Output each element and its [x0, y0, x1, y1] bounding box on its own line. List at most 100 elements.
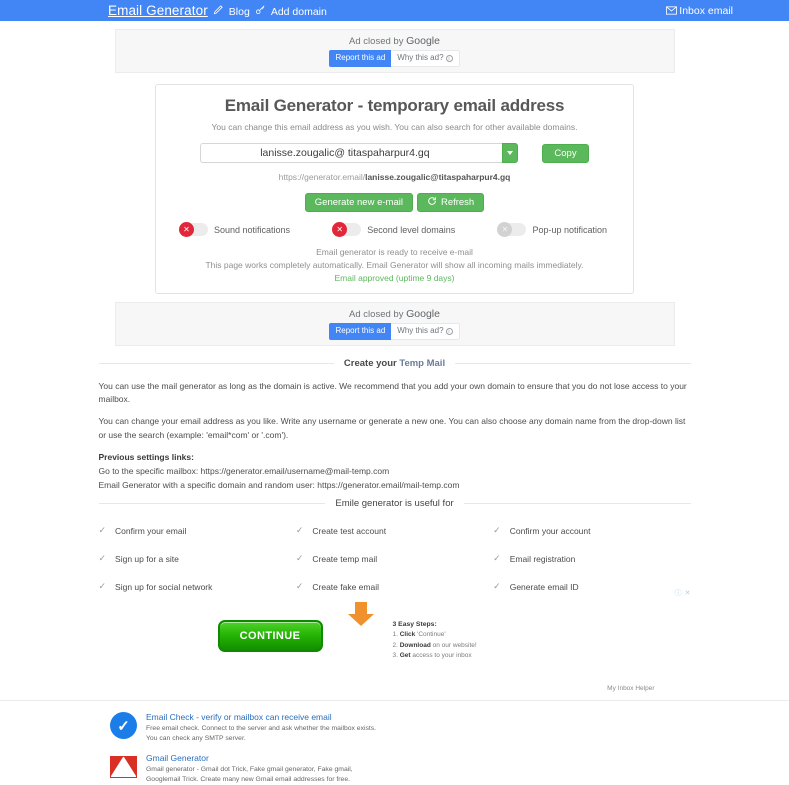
ad-step-3: 3. Get access to your inbox: [392, 652, 472, 660]
info-icon: i: [445, 327, 453, 335]
useful-item-label: Confirm your account: [509, 525, 591, 536]
toggle-sound-notifications[interactable]: ✕ Sound notifications: [179, 222, 291, 237]
check-icon: ✓: [295, 525, 304, 536]
check-icon: ✓: [493, 525, 501, 536]
useful-item: ✓ Confirm your email: [99, 525, 296, 536]
why-this-ad-button[interactable]: Why this ad? i: [391, 323, 460, 340]
refresh-button[interactable]: Refresh: [416, 193, 485, 212]
check-icon: ✓: [295, 581, 304, 592]
why-this-ad-label: Why this ad?: [397, 53, 444, 62]
ad-closed-text: Ad closed by Google: [349, 308, 440, 320]
report-this-ad-button[interactable]: Report this ad: [329, 323, 392, 340]
useful-item: ✓ Generate email ID: [493, 581, 690, 592]
ad-closed-notice-middle: Ad closed by Google Report this ad Why t…: [295, 308, 495, 340]
generate-new-email-button[interactable]: Generate new e-mail: [304, 193, 413, 212]
useful-items-grid: ✓ Confirm your email ✓ Create test account…: [99, 525, 691, 592]
card-subtitle: You can change this email address as you…: [211, 122, 578, 132]
useful-item-label: Sign up for social network: [115, 581, 213, 592]
email-input-group: [200, 143, 519, 163]
useful-item: ✓ Create fake email: [296, 581, 493, 592]
toggle-second-level-domains[interactable]: ✕ Second level domains: [332, 222, 456, 237]
refresh-icon: [427, 196, 437, 209]
domain-dropdown-button[interactable]: [502, 143, 519, 163]
gmail-envelope-glyph: [110, 755, 137, 778]
toggle-label: Sound notifications: [214, 224, 291, 235]
close-icon[interactable]: ✕: [685, 589, 691, 597]
toggle-switch[interactable]: ✕: [332, 222, 362, 237]
useful-for-section: Emile generator is useful for ✓ Confirm y…: [98, 498, 691, 592]
nav-left-group: Email Generator Blog Add domain: [108, 3, 327, 18]
section-title-accent: Temp Mail: [399, 358, 446, 369]
check-icon: ✓: [493, 553, 501, 564]
previous-settings-block: Previous settings links: Go to the speci…: [99, 451, 691, 493]
footer-link-title[interactable]: Email Check - verify or mailbox can rece…: [146, 712, 376, 722]
top-navigation-bar: Email Generator Blog Add domain Inbox em…: [0, 0, 789, 21]
nav-link-add-domain[interactable]: Add domain: [271, 6, 327, 18]
divider-left: [98, 503, 326, 505]
footer-links-list: ✓ Email Check - verify or mailbox can re…: [110, 712, 510, 785]
copy-button[interactable]: Copy: [542, 143, 589, 163]
arrow-down-head-icon: [347, 614, 374, 627]
divider-right: [463, 503, 691, 505]
url-prefix: https://generator.email/: [278, 172, 366, 182]
check-icon: ✓: [493, 581, 501, 592]
section-header-temp-mail: Create your Temp Mail: [98, 358, 691, 369]
google-wordmark: Google: [406, 308, 440, 320]
ad-steps-title: 3 Easy Steps:: [392, 621, 437, 629]
email-generator-card: Email Generator - temporary email addres…: [155, 84, 634, 294]
adchoices-controls[interactable]: ⓘ ✕: [675, 588, 691, 598]
article-paragraph-2: You can change your email address as you…: [98, 416, 686, 440]
ad-action-buttons: Report this ad Why this ad? i: [295, 50, 495, 67]
email-address-input[interactable]: [200, 143, 503, 163]
list-item: ✓ Email Check - verify or mailbox can re…: [110, 712, 510, 744]
check-glyph: ✓: [110, 712, 137, 740]
action-buttons-row: Generate new e-mail Refresh: [170, 193, 619, 212]
ad-slot-middle: Ad closed by Google Report this ad Why t…: [114, 302, 675, 346]
nav-link-inbox-email[interactable]: Inbox email: [666, 5, 733, 17]
toggle-switch[interactable]: ✕: [179, 222, 208, 237]
toggle-label: Second level domains: [367, 224, 456, 235]
check-icon: ✓: [98, 525, 107, 536]
check-icon: ✓: [295, 553, 304, 564]
toggle-label: Pop-up notification: [532, 224, 607, 235]
adchoices-icon[interactable]: ⓘ: [675, 588, 682, 598]
key-icon: [255, 4, 266, 15]
footer-link-title[interactable]: Gmail Generator: [146, 753, 353, 763]
footer-link-desc: Gmail generator - Gmail dot Trick, Fake …: [146, 765, 353, 783]
info-icon: i: [445, 54, 453, 62]
useful-item: ✓ Email registration: [493, 553, 690, 564]
useful-item-label: Create fake email: [312, 581, 379, 592]
divider-left: [98, 363, 334, 364]
useful-item-label: Confirm your email: [115, 525, 187, 536]
email-address-row: Copy: [170, 143, 619, 163]
useful-item: ✓ Sign up for a site: [99, 553, 296, 564]
gmail-icon: [110, 753, 137, 780]
footer-link-desc: Free email check. Connect to the server …: [146, 725, 377, 743]
check-icon: ✓: [98, 581, 107, 592]
site-logo-link[interactable]: Email Generator: [108, 3, 208, 18]
useful-item: ✓ Create temp mail: [296, 553, 493, 564]
ad-closed-text: Ad closed by Google: [349, 35, 440, 47]
refresh-label: Refresh: [440, 197, 475, 208]
settings-toggle-row: ✕ Sound notifications ✕ Second level dom…: [170, 222, 619, 237]
useful-section-title: Emile generator is useful for: [335, 498, 454, 510]
report-this-ad-button[interactable]: Report this ad: [329, 50, 392, 67]
footer-divider: [0, 700, 789, 702]
useful-item: ✓ Confirm your account: [493, 525, 690, 536]
status-ready-text: Email generator is ready to receive e-ma…: [316, 247, 473, 257]
ad-slot-top: Ad closed by Google Report this ad Why t…: [114, 29, 675, 73]
article-body: You can use the mail generator as long a…: [99, 380, 691, 492]
previous-settings-link-2: Email Generator with a specific domain a…: [98, 480, 460, 491]
toggle-switch[interactable]: ✕: [497, 222, 527, 237]
useful-item-label: Create test account: [312, 525, 387, 536]
page-title: Email Generator - temporary email addres…: [224, 96, 565, 115]
why-this-ad-label: Why this ad?: [397, 326, 444, 335]
nav-link-blog[interactable]: Blog: [229, 6, 250, 18]
inbox-email-label: Inbox email: [679, 4, 733, 17]
check-icon: ✓: [98, 553, 107, 564]
continue-button[interactable]: CONTINUE: [217, 620, 323, 653]
why-this-ad-button[interactable]: Why this ad? i: [391, 50, 460, 67]
list-item: Gmail Generator Gmail generator - Gmail …: [110, 753, 510, 785]
blue-check-circle-icon: ✓: [110, 712, 137, 740]
toggle-popup-notification[interactable]: ✕ Pop-up notification: [497, 222, 607, 237]
